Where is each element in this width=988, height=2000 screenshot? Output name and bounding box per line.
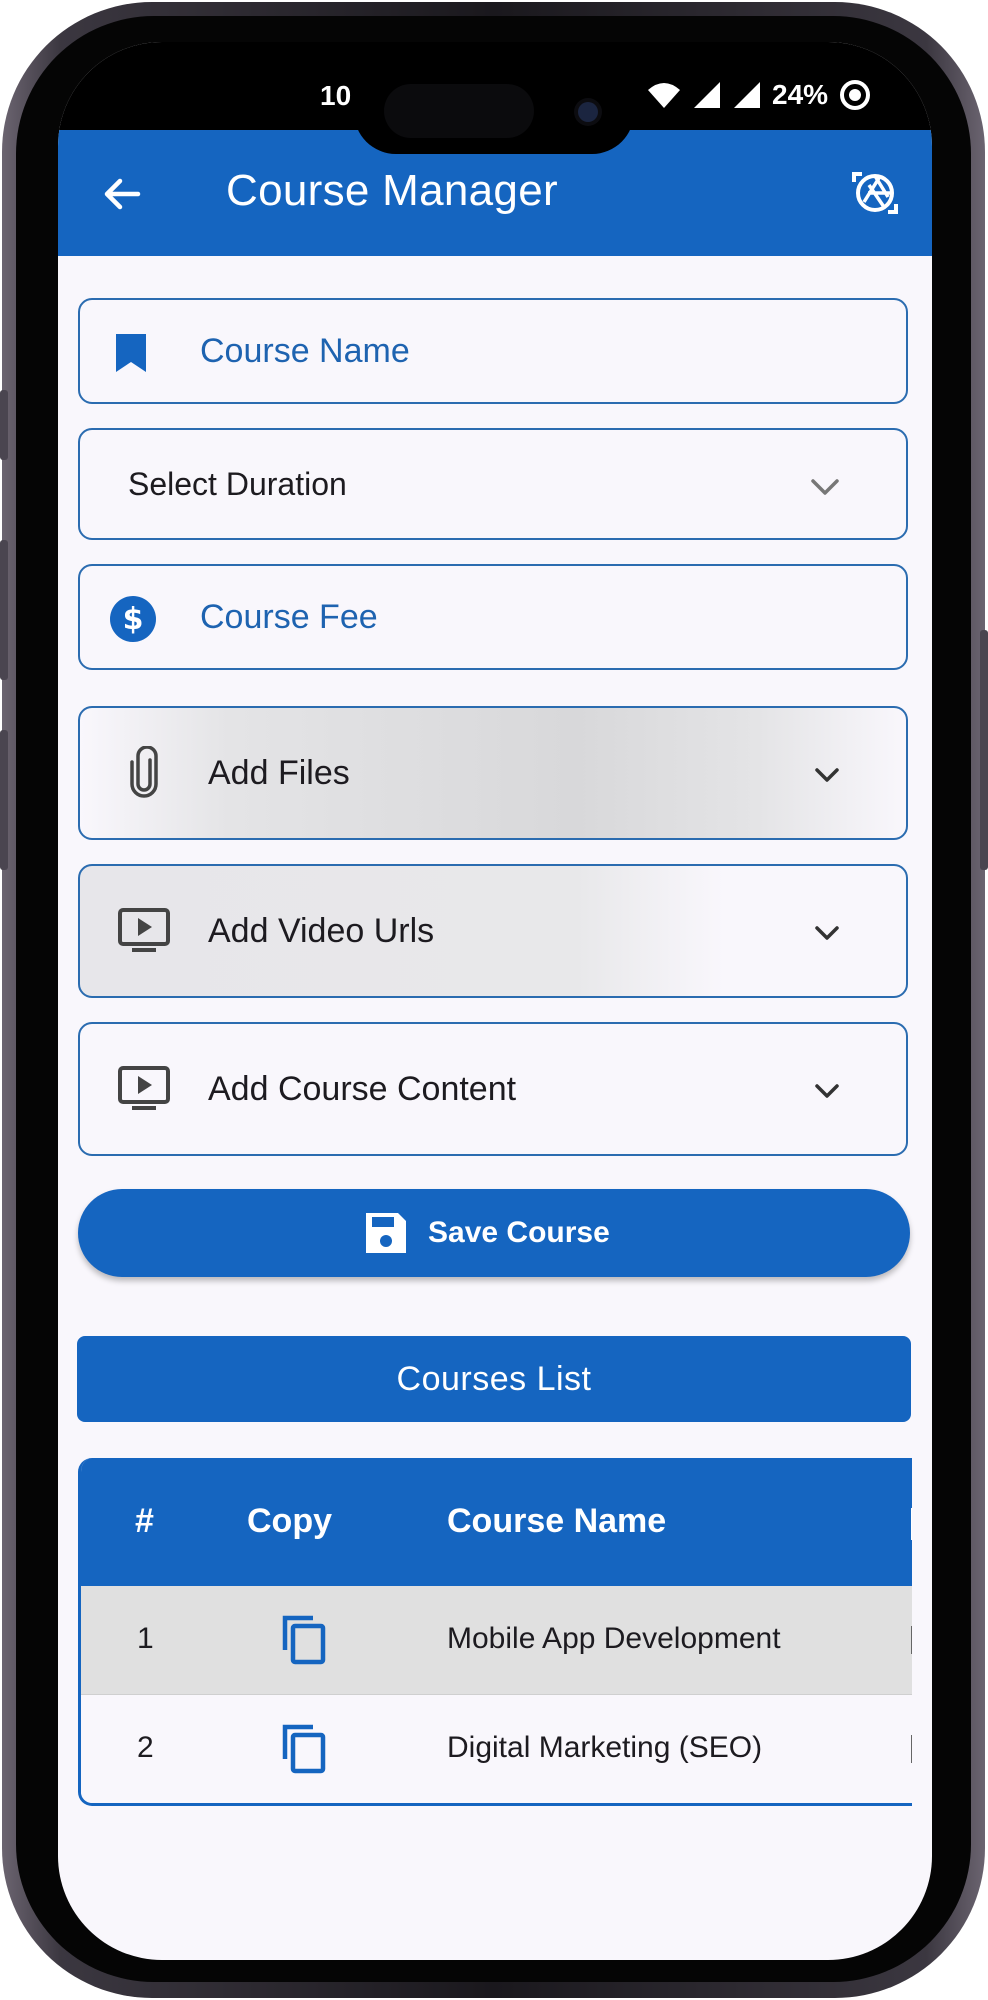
phone-power-button — [980, 630, 988, 870]
table-row[interactable]: 2 Digital Marketing (SEO) — [81, 1694, 912, 1803]
duration-select[interactable]: Select Duration — [78, 428, 908, 540]
course-fee-field[interactable]: $ Course Fee — [78, 564, 908, 670]
status-time: 10 — [320, 80, 352, 111]
course-name-placeholder: Course Name — [200, 332, 410, 370]
copy-icon[interactable] — [277, 1612, 331, 1666]
chevron-down-icon — [811, 479, 839, 495]
add-video-urls-label: Add Video Urls — [208, 912, 435, 950]
back-arrow-icon[interactable] — [98, 170, 146, 218]
add-files-label: Add Files — [208, 754, 350, 792]
add-files-expander[interactable]: Add Files — [78, 706, 908, 840]
course-fee-placeholder: Course Fee — [200, 598, 378, 636]
row-clipped-cell — [911, 1735, 912, 1763]
wifi-icon — [648, 83, 680, 108]
save-course-label: Save Course — [428, 1216, 610, 1249]
island-sensor — [384, 84, 534, 138]
column-header-copy: Copy — [247, 1502, 332, 1540]
front-camera — [578, 102, 598, 122]
courses-table: # Copy Course Name 1 Mobile App Developm… — [78, 1458, 912, 1806]
save-floppy-icon — [366, 1213, 406, 1253]
save-course-button[interactable]: Save Course — [78, 1189, 910, 1277]
column-header-clipped — [911, 1508, 912, 1540]
battery-percent: 24% — [772, 79, 829, 110]
row-clipped-cell — [911, 1626, 912, 1654]
phone-volume-up — [0, 540, 8, 680]
status-icons: 24% — [646, 78, 872, 112]
chevron-down-icon — [815, 1084, 839, 1098]
table-row[interactable]: 1 Mobile App Development — [81, 1586, 912, 1694]
dynamic-island — [354, 70, 634, 154]
chevron-down-icon — [815, 768, 839, 782]
column-header-course-name: Course Name — [447, 1502, 667, 1540]
paperclip-icon — [130, 746, 158, 798]
table-header: # Copy Course Name — [81, 1458, 912, 1586]
phone-screen: 10 24% Course Manager Course Name Select… — [58, 42, 932, 1960]
svg-text:$: $ — [123, 602, 144, 637]
video-play-icon — [118, 1066, 170, 1110]
courses-list-title: Courses List — [396, 1360, 592, 1398]
video-play-icon — [118, 908, 170, 952]
add-course-content-expander[interactable]: Add Course Content — [78, 1022, 908, 1156]
row-index: 2 — [137, 1731, 154, 1764]
copy-icon[interactable] — [277, 1721, 331, 1775]
camera-lens-icon[interactable] — [848, 166, 902, 220]
row-course-name: Digital Marketing (SEO) — [447, 1731, 763, 1764]
dollar-circle-icon: $ — [110, 596, 156, 642]
battery-ring-icon — [840, 80, 871, 110]
bookmark-icon — [116, 334, 146, 372]
row-course-name: Mobile App Development — [447, 1622, 781, 1655]
row-index: 1 — [137, 1622, 154, 1655]
add-course-content-label: Add Course Content — [208, 1070, 517, 1108]
courses-list-header: Courses List — [77, 1336, 911, 1422]
phone-side-button — [0, 390, 8, 460]
signal-icon-2 — [734, 82, 760, 108]
phone-volume-down — [0, 730, 8, 870]
course-name-field[interactable]: Course Name — [78, 298, 908, 404]
signal-icon — [694, 82, 720, 108]
add-video-urls-expander[interactable]: Add Video Urls — [78, 864, 908, 998]
page-title: Course Manager — [226, 166, 558, 215]
column-header-index: # — [135, 1502, 154, 1540]
chevron-down-icon — [815, 926, 839, 940]
duration-select-label: Select Duration — [128, 466, 347, 502]
